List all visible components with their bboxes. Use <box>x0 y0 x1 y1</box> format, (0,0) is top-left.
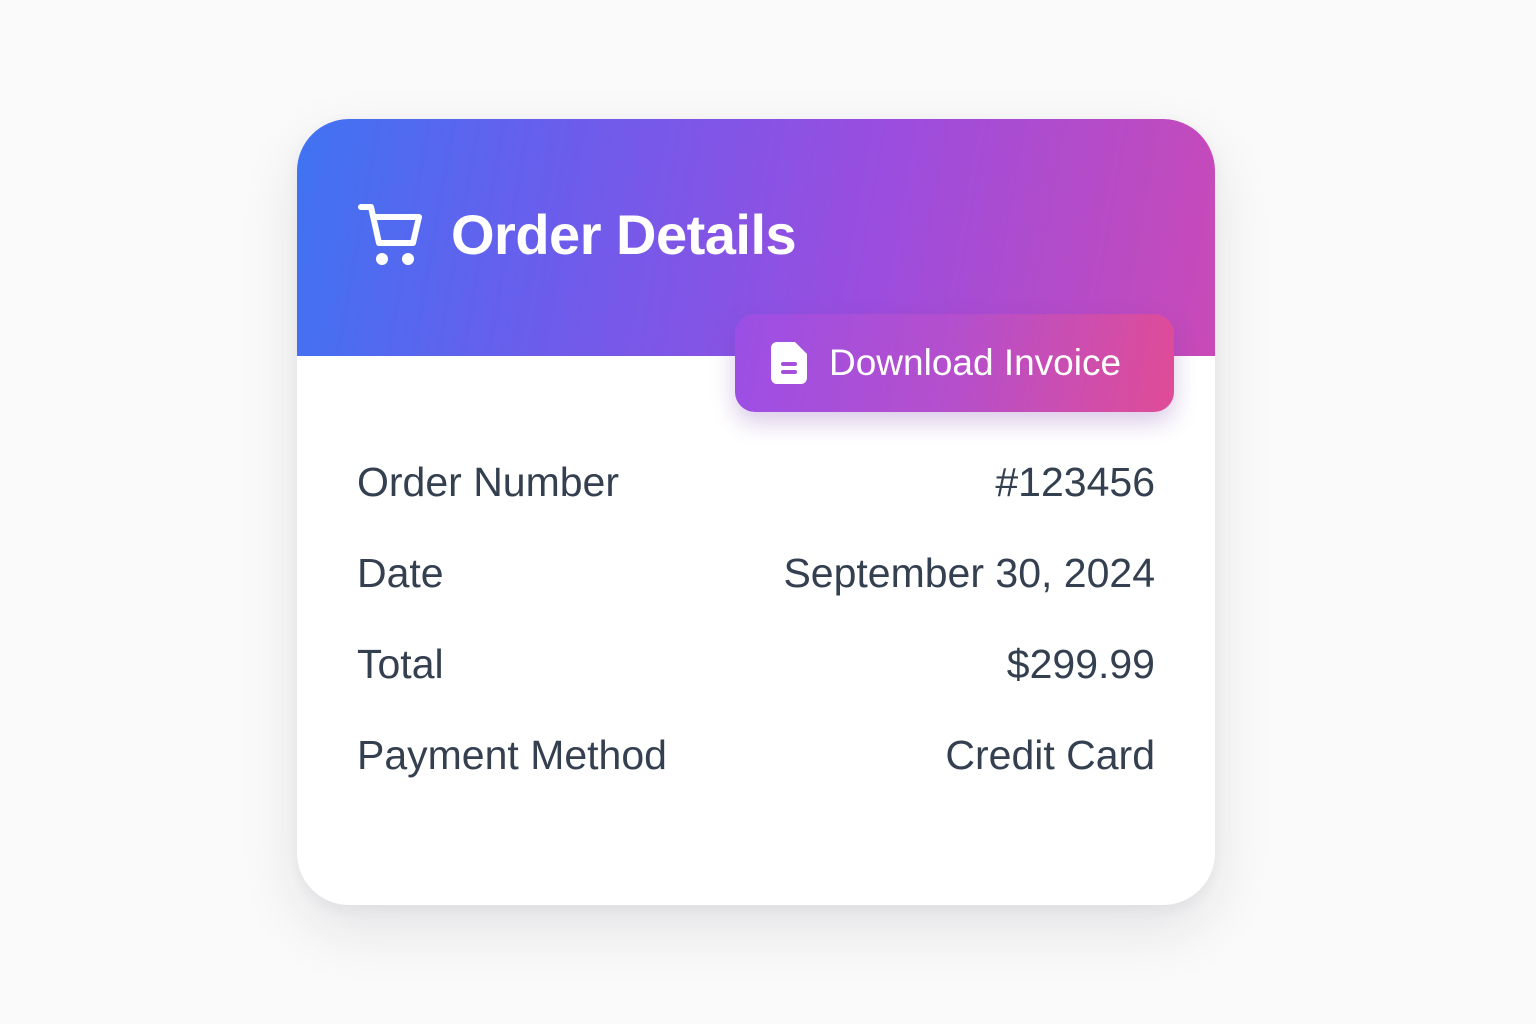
document-icon <box>771 342 807 384</box>
detail-row-payment-method: Payment Method Credit Card <box>357 710 1155 801</box>
detail-value: Credit Card <box>945 732 1155 778</box>
order-details-list: Order Number #123456 Date September 30, … <box>357 437 1155 801</box>
detail-label: Order Number <box>357 459 620 505</box>
shopping-cart-icon <box>358 204 422 265</box>
card-title: Order Details <box>451 202 797 266</box>
detail-label: Date <box>357 550 444 596</box>
order-details-card: Order Details Download Invoice Order Num… <box>297 119 1215 905</box>
download-invoice-button[interactable]: Download Invoice <box>735 314 1174 412</box>
detail-row-order-number: Order Number #123456 <box>357 437 1155 528</box>
detail-value: September 30, 2024 <box>783 550 1155 596</box>
detail-value: $299.99 <box>1006 641 1155 687</box>
card-title-group: Order Details <box>357 197 797 271</box>
detail-label: Payment Method <box>357 732 667 778</box>
download-invoice-label: Download Invoice <box>829 342 1122 383</box>
detail-label: Total <box>357 641 444 687</box>
detail-value: #123456 <box>995 459 1155 505</box>
detail-row-total: Total $299.99 <box>357 619 1155 710</box>
detail-row-date: Date September 30, 2024 <box>357 528 1155 619</box>
